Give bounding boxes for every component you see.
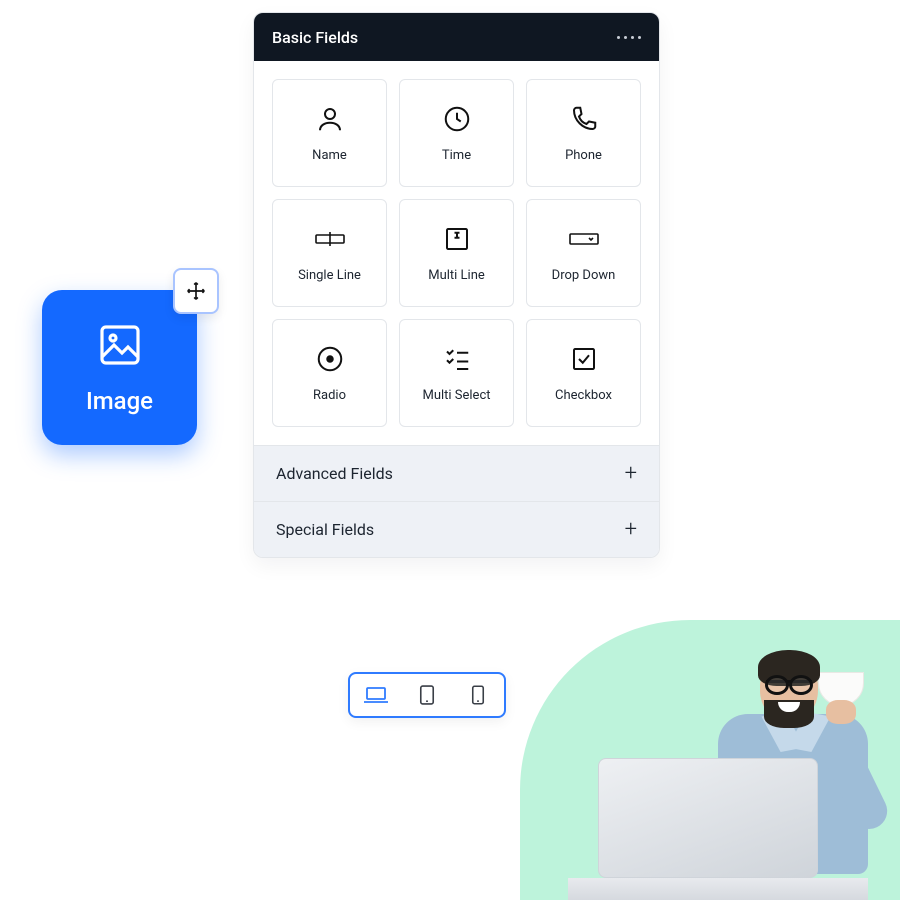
fields-panel: Basic Fields Name Time Phone xyxy=(253,12,660,558)
more-icon[interactable] xyxy=(617,36,641,39)
field-label: Radio xyxy=(313,388,346,403)
field-multi-select[interactable]: Multi Select xyxy=(399,319,514,427)
plus-icon: + xyxy=(625,461,637,486)
radio-icon xyxy=(315,344,345,374)
accordion-label: Advanced Fields xyxy=(276,464,393,483)
field-label: Name xyxy=(312,148,347,163)
device-laptop[interactable] xyxy=(356,679,396,711)
field-time[interactable]: Time xyxy=(399,79,514,187)
field-label: Single Line xyxy=(298,268,361,283)
field-label: Checkbox xyxy=(555,388,612,403)
drag-tile-label: Image xyxy=(86,387,153,415)
move-icon xyxy=(185,280,207,302)
clock-icon xyxy=(442,104,472,134)
multi-select-icon xyxy=(442,344,472,374)
device-tablet[interactable] xyxy=(407,679,447,711)
phone-device-icon xyxy=(471,684,485,706)
accordion-special-fields[interactable]: Special Fields + xyxy=(254,501,659,557)
field-checkbox[interactable]: Checkbox xyxy=(526,319,641,427)
device-switcher xyxy=(348,672,506,718)
image-icon xyxy=(96,321,144,369)
field-drop-down[interactable]: Drop Down xyxy=(526,199,641,307)
field-label: Drop Down xyxy=(552,268,616,283)
field-phone[interactable]: Phone xyxy=(526,79,641,187)
accordion-label: Special Fields xyxy=(276,520,374,539)
checkbox-icon xyxy=(569,344,599,374)
field-single-line[interactable]: Single Line xyxy=(272,199,387,307)
panel-title: Basic Fields xyxy=(272,28,358,47)
fields-grid: Name Time Phone Single Line xyxy=(254,61,659,445)
field-label: Phone xyxy=(565,148,602,163)
single-line-icon xyxy=(315,224,345,254)
panel-header: Basic Fields xyxy=(254,13,659,61)
accordion-advanced-fields[interactable]: Advanced Fields + xyxy=(254,445,659,501)
laptop-illustration xyxy=(568,758,868,900)
person-icon xyxy=(315,104,345,134)
image-field-drag-tile[interactable]: Image xyxy=(42,290,197,445)
field-label: Multi Select xyxy=(422,388,490,403)
plus-icon: + xyxy=(625,517,637,542)
field-label: Time xyxy=(442,148,471,163)
drag-handle[interactable] xyxy=(173,268,219,314)
phone-icon xyxy=(569,104,599,134)
multi-line-icon xyxy=(442,224,472,254)
dropdown-icon xyxy=(569,224,599,254)
laptop-icon xyxy=(362,685,390,705)
decorative-photo xyxy=(520,620,900,900)
field-radio[interactable]: Radio xyxy=(272,319,387,427)
field-label: Multi Line xyxy=(428,268,485,283)
tablet-icon xyxy=(419,684,435,706)
field-name[interactable]: Name xyxy=(272,79,387,187)
field-multi-line[interactable]: Multi Line xyxy=(399,199,514,307)
device-phone[interactable] xyxy=(458,679,498,711)
